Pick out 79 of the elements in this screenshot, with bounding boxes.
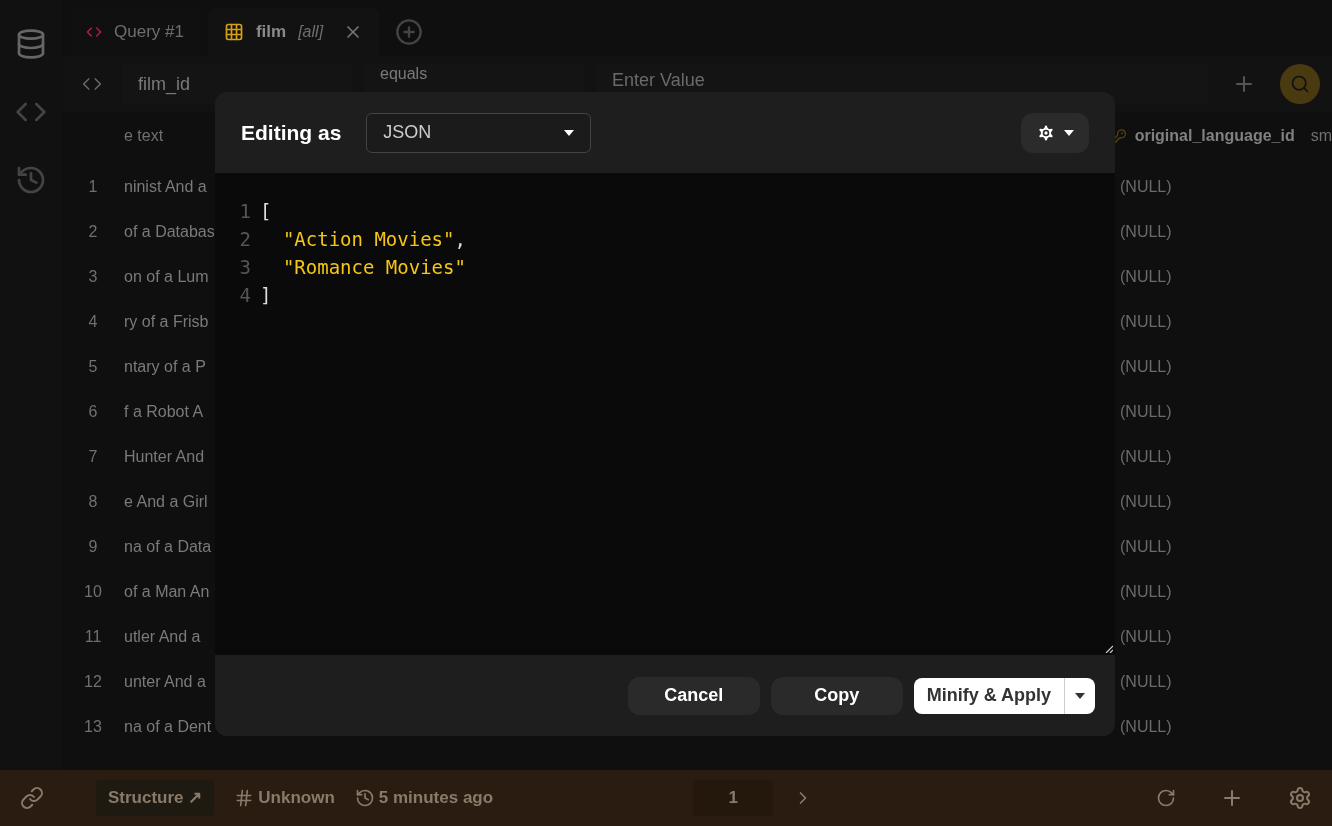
tab-tag: [all] [298, 20, 324, 44]
table-cell-text: utler And a [124, 626, 201, 647]
line-number: 1 [238, 198, 252, 224]
page-field[interactable]: 1 [693, 780, 774, 816]
add-tab-icon[interactable] [395, 18, 424, 46]
row-number: 3 [87, 266, 99, 287]
search-icon [1290, 74, 1310, 94]
row-number: 11 [83, 626, 103, 647]
table-cell-text: on of a Lum [124, 266, 209, 287]
row-number: 13 [83, 716, 103, 737]
line-number: 2 [238, 226, 252, 252]
settings-icon[interactable] [1288, 786, 1312, 810]
table-cell-text: Hunter And [124, 446, 205, 467]
structure-button[interactable]: Structure ↗ [96, 780, 215, 816]
updated-time: 5 minutes ago [378, 787, 494, 810]
tab-label: Query #1 [114, 21, 184, 44]
history-icon[interactable] [15, 164, 47, 196]
line-number: 3 [238, 254, 252, 280]
table-cell-text: (NULL) [1120, 671, 1173, 692]
code-line: [ [260, 198, 272, 224]
dialog-title: Editing as [241, 119, 342, 146]
history-icon [354, 788, 375, 808]
table-cell-text: (NULL) [1120, 311, 1173, 332]
table-cell-text: ninist And a [124, 176, 207, 197]
row-number: 6 [87, 401, 99, 422]
row-number: 4 [87, 311, 99, 332]
column-header: e text [124, 126, 164, 146]
table-cell-text: (NULL) [1120, 536, 1173, 557]
database-icon[interactable] [15, 28, 47, 60]
row-number: 9 [87, 536, 99, 557]
settings-dropdown-button[interactable] [1021, 112, 1089, 153]
row-number: 10 [83, 581, 103, 602]
row-number: 12 [83, 671, 103, 692]
dialog-button[interactable]: Cancel [627, 676, 760, 715]
code-editor[interactable]: 1 [ 2 "Action Movies", 3 "Romance Movies" 4 ] [215, 173, 1115, 655]
table-cell-text: (NULL) [1120, 266, 1173, 287]
table-cell-text: (NULL) [1120, 356, 1173, 377]
table-cell-text: (NULL) [1120, 221, 1173, 242]
table-cell-text: (NULL) [1120, 176, 1173, 197]
row-number: 2 [87, 221, 99, 242]
row-number: 8 [87, 491, 99, 512]
table-cell-text: of a Man An [124, 581, 210, 602]
table-cell-text: (NULL) [1120, 446, 1173, 467]
table-cell-text: f a Robot A [124, 401, 204, 422]
resize-handle-icon [1105, 645, 1113, 653]
table-cell-text: (NULL) [1120, 626, 1173, 647]
link-icon[interactable] [20, 786, 44, 810]
column-header: original_language_id [1134, 126, 1295, 146]
table-cell-text: ntary of a P [124, 356, 206, 377]
refresh-icon[interactable] [1156, 788, 1176, 808]
table-cell-text: unter And a [124, 671, 206, 692]
code-icon [86, 24, 102, 40]
caret-icon [1075, 692, 1085, 699]
format-select[interactable]: JSON [366, 112, 592, 153]
settings-icon [1036, 122, 1056, 143]
tab-label: film [255, 21, 287, 44]
table-cell-text: ry of a Frisb [124, 311, 209, 332]
key-icon [1112, 126, 1127, 146]
table-cell-text: e And a Girl [124, 491, 208, 512]
row-number: 1 [87, 176, 99, 197]
dialog-button[interactable]: Copy [770, 676, 903, 715]
row-number: 5 [87, 356, 99, 377]
table-cell-text: (NULL) [1120, 716, 1173, 737]
line-number: 4 [238, 282, 252, 308]
table-cell-text: of a Databas [124, 221, 215, 242]
code-line: ] [260, 282, 272, 308]
table-cell-text: na of a Data [124, 536, 212, 557]
code-line: "Romance Movies" [281, 254, 466, 280]
table-cell-text: na of a Dent [124, 716, 212, 737]
code-line: "Action Movies", [281, 226, 466, 252]
table-cell-text: (NULL) [1120, 491, 1173, 512]
caret-icon [564, 129, 575, 136]
row-number: 7 [87, 446, 99, 467]
column-header: sm [1310, 126, 1332, 146]
table-cell-text: (NULL) [1120, 581, 1173, 602]
row-count: Unknown [258, 787, 335, 810]
caret-icon [1064, 129, 1074, 136]
grid-icon [223, 22, 244, 42]
table-cell-text: (NULL) [1120, 401, 1173, 422]
